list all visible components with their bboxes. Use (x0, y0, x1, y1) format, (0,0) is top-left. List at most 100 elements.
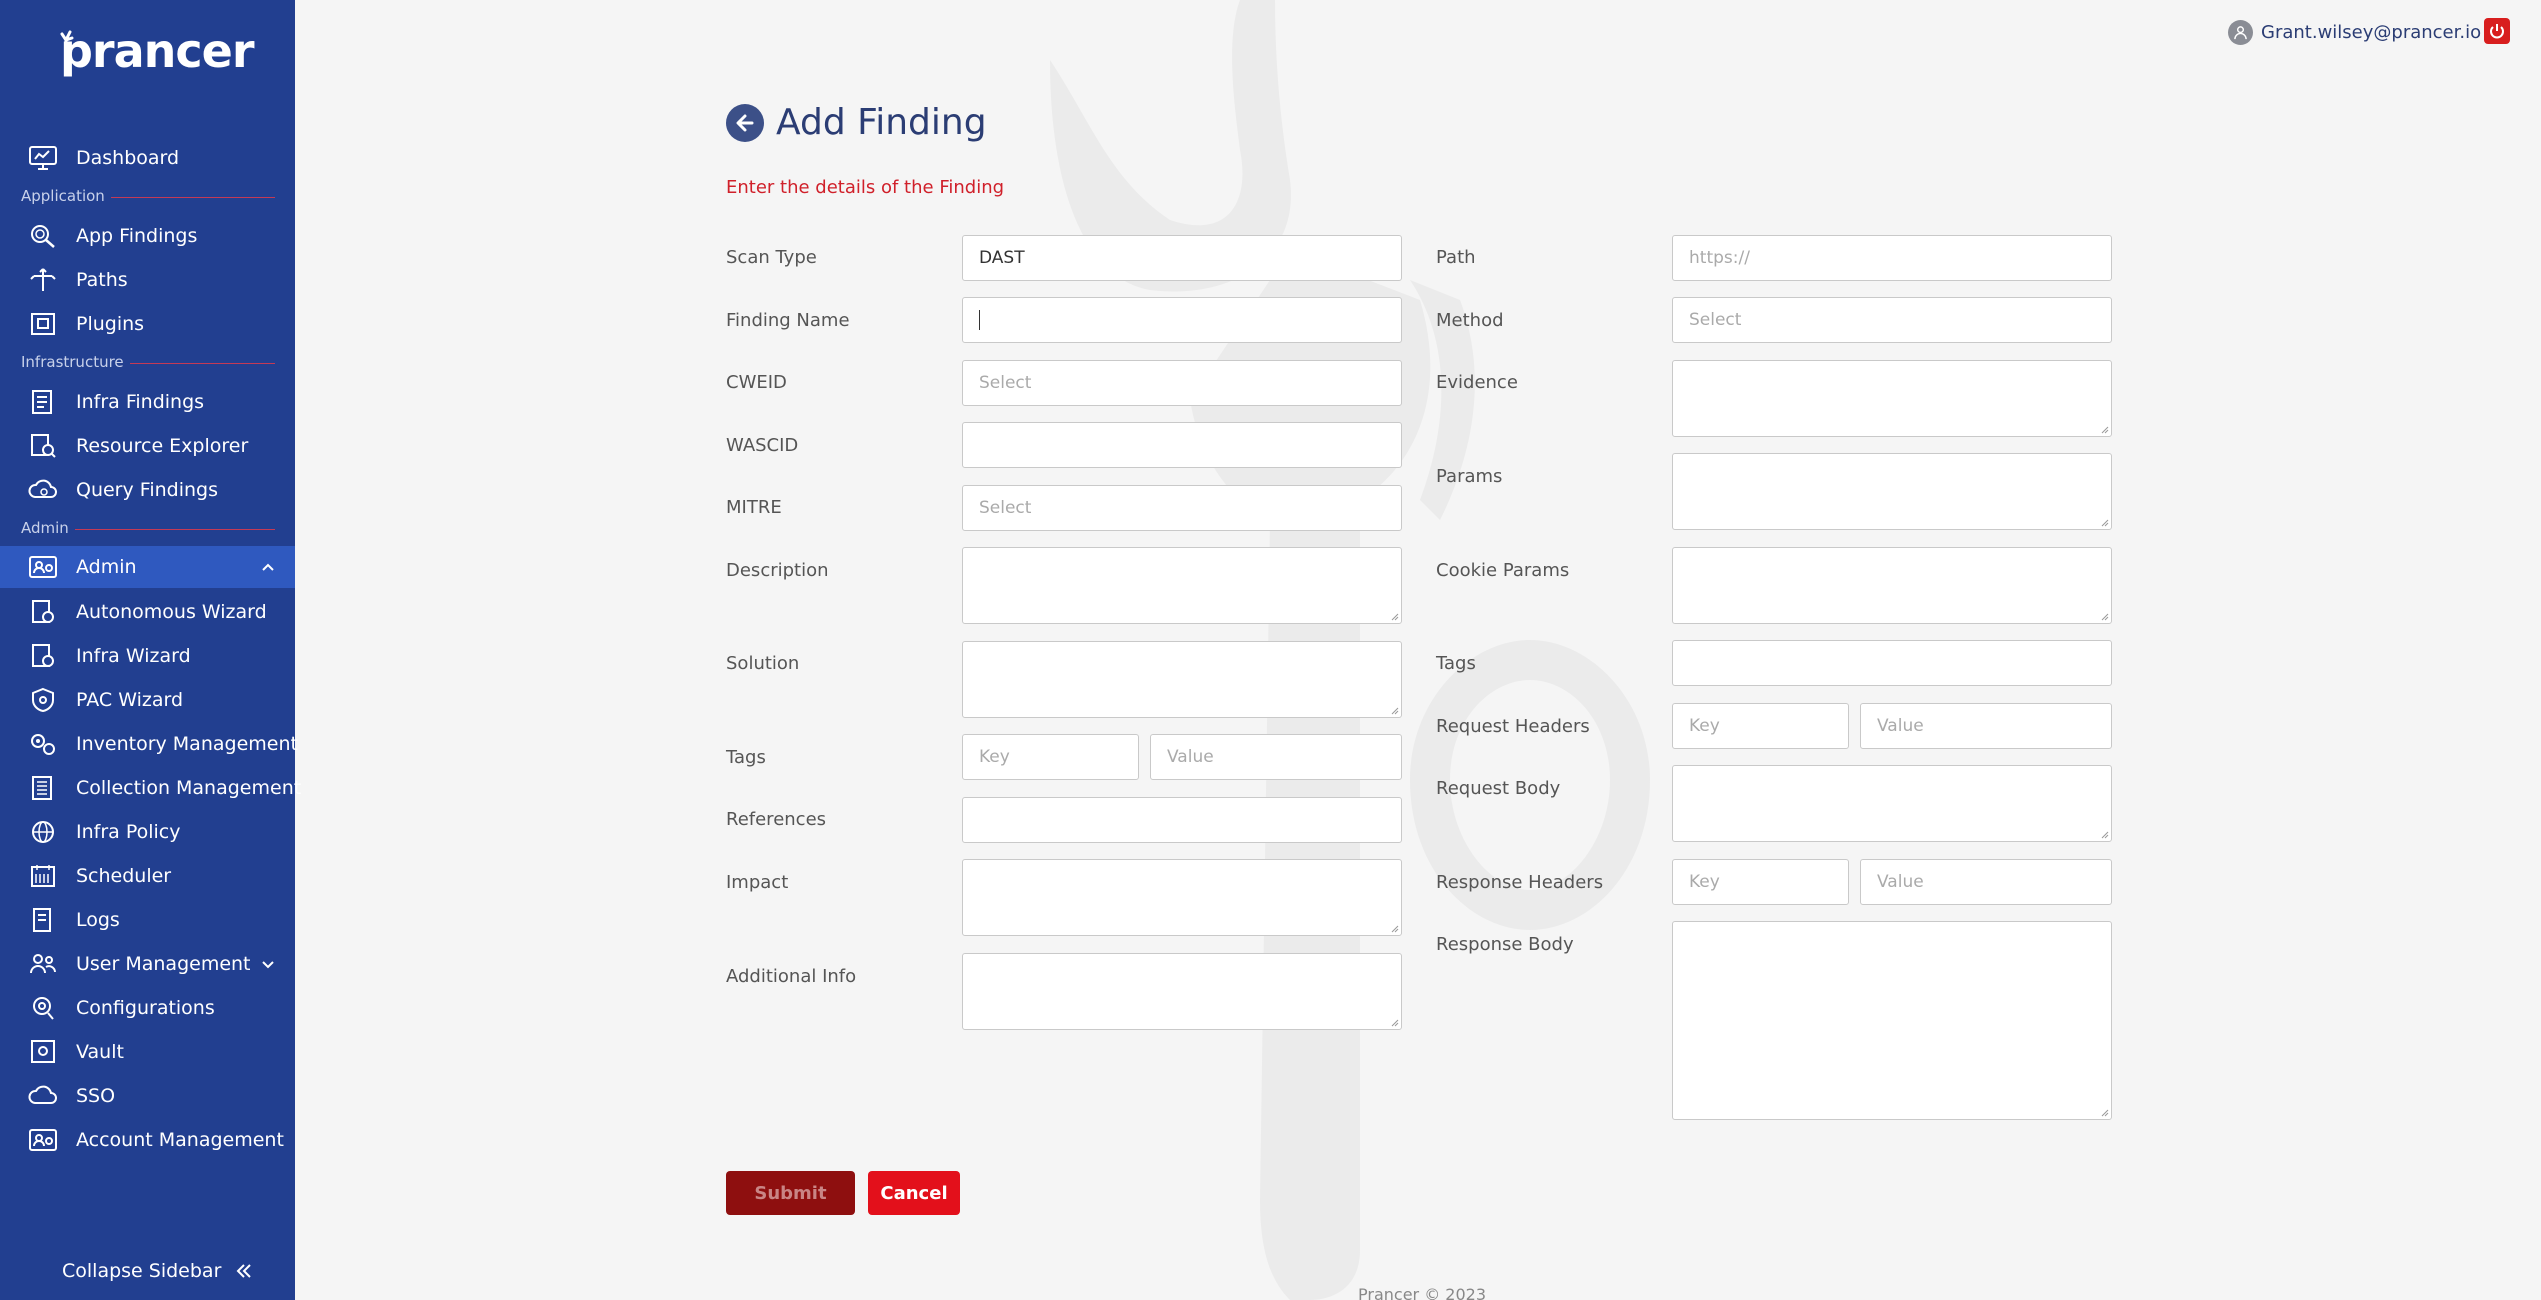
section-infrastructure: Infrastructure (21, 352, 275, 371)
globe-icon (32, 821, 54, 843)
sidebar-item-configurations[interactable]: Configurations (0, 987, 295, 1029)
section-application: Application (21, 186, 275, 205)
resize-grip-icon[interactable] (2099, 829, 2109, 839)
tags-value-input[interactable]: Value (1150, 734, 1402, 780)
resize-grip-icon[interactable] (1389, 611, 1399, 621)
right-tags-input[interactable] (1672, 640, 2112, 686)
solution-textarea[interactable] (962, 641, 1402, 718)
wascid-input[interactable] (962, 422, 1402, 468)
sidebar-item-collection-management[interactable]: Collection Management (0, 767, 301, 809)
resize-grip-icon[interactable] (1389, 1017, 1399, 1027)
prancer-logo[interactable]: prancer (60, 28, 255, 74)
sidebar-item-dashboard[interactable]: Dashboard (0, 137, 295, 179)
wizard-doc-icon (32, 644, 54, 667)
method-select[interactable]: Select (1672, 297, 2112, 343)
cweid-select[interactable]: Select (962, 360, 1402, 406)
resize-grip-icon[interactable] (2099, 517, 2109, 527)
page-subtitle: Enter the details of the Finding (726, 177, 1005, 198)
vault-icon (31, 1040, 55, 1063)
sidebar-item-infra-findings[interactable]: Infra Findings (0, 381, 295, 423)
document-list-icon (32, 390, 52, 414)
chevron-down-icon[interactable] (259, 955, 277, 973)
path-label: Path (1436, 247, 1476, 268)
collection-icon (32, 776, 52, 800)
response-headers-value-input[interactable]: Value (1860, 859, 2112, 905)
references-label: References (726, 809, 827, 830)
arrow-left-icon (736, 114, 754, 131)
sidebar-item-autonomous-wizard[interactable]: Autonomous Wizard (0, 591, 295, 633)
page-header: Add Finding (726, 102, 987, 143)
request-body-textarea[interactable] (1672, 765, 2112, 842)
sidebar-item-app-findings[interactable]: App Findings (0, 215, 295, 257)
scan-type-input[interactable]: DAST (962, 235, 1402, 281)
additional-info-textarea[interactable] (962, 953, 1402, 1030)
description-textarea[interactable] (962, 547, 1402, 624)
response-headers-key-input[interactable]: Key (1672, 859, 1849, 905)
resize-grip-icon[interactable] (1389, 705, 1399, 715)
logout-button[interactable] (2484, 18, 2510, 44)
cloud-key-icon (28, 1085, 57, 1104)
paths-icon (30, 268, 56, 291)
collapse-sidebar-button[interactable]: Collapse Sidebar (62, 1260, 253, 1282)
sidebar-item-scheduler[interactable]: Scheduler (0, 855, 295, 897)
mitre-select[interactable]: Select (962, 485, 1402, 531)
impact-textarea[interactable] (962, 859, 1402, 936)
user-menu[interactable]: Grant.wilsey@prancer.io (2228, 20, 2503, 45)
sidebar-item-sso[interactable]: SSO (0, 1075, 295, 1117)
cweid-label: CWEID (726, 372, 787, 393)
chevron-up-icon[interactable] (259, 558, 277, 576)
request-headers-key-input[interactable]: Key (1672, 703, 1849, 749)
log-doc-icon (33, 908, 51, 932)
sidebar-item-infra-policy[interactable]: Infra Policy (0, 811, 295, 853)
evidence-textarea[interactable] (1672, 360, 2112, 437)
resize-grip-icon[interactable] (1389, 923, 1399, 933)
description-label: Description (726, 560, 829, 581)
sidebar-item-account-management[interactable]: Account Management (0, 1119, 295, 1161)
tags-value-placeholder: Value (1167, 747, 1214, 767)
sidebar-item-paths[interactable]: Paths (0, 259, 295, 301)
scan-type-value: DAST (979, 248, 1025, 268)
sidebar-item-vault[interactable]: Vault (0, 1031, 295, 1073)
monitor-icon (29, 146, 57, 170)
sidebar-item-user-management[interactable]: User Management (0, 943, 295, 985)
sidebar-item-plugins[interactable]: Plugins (0, 303, 295, 345)
submit-button[interactable]: Submit (726, 1171, 855, 1215)
text-caret (979, 310, 980, 330)
sidebar-item-infra-wizard[interactable]: Infra Wizard (0, 635, 295, 677)
cookie-params-textarea[interactable] (1672, 547, 2112, 624)
finding-name-label: Finding Name (726, 310, 850, 331)
cancel-button[interactable]: Cancel (868, 1171, 960, 1215)
request-headers-value-input[interactable]: Value (1860, 703, 2112, 749)
tags-key-input[interactable]: Key (962, 734, 1139, 780)
references-input[interactable] (962, 797, 1402, 843)
sidebar-item-query-findings[interactable]: Query Findings (0, 469, 295, 511)
back-button[interactable] (726, 103, 764, 142)
resize-grip-icon[interactable] (2099, 611, 2109, 621)
additional-info-label: Additional Info (726, 966, 857, 987)
params-textarea[interactable] (1672, 453, 2112, 530)
config-gear-icon (33, 997, 54, 1020)
antler-icon (60, 30, 74, 52)
section-admin: Admin (21, 518, 275, 537)
sidebar-item-resource-explorer[interactable]: Resource Explorer (0, 425, 295, 467)
search-icon (31, 225, 55, 248)
power-icon (2490, 24, 2504, 39)
resize-grip-icon[interactable] (2099, 424, 2109, 434)
account-icon (29, 1129, 57, 1151)
response-headers-value-placeholder: Value (1877, 872, 1924, 892)
sidebar-item-pac-wizard[interactable]: PAC Wizard (0, 679, 295, 721)
evidence-label: Evidence (1436, 372, 1518, 393)
sidebar-item-admin[interactable]: Admin (0, 546, 295, 588)
request-body-label: Request Body (1436, 778, 1561, 799)
path-input[interactable]: https:// (1672, 235, 2112, 281)
cweid-placeholder: Select (979, 373, 1032, 393)
finding-name-input[interactable] (962, 297, 1402, 343)
tags-key-placeholder: Key (979, 747, 1010, 767)
sidebar-item-inventory-management[interactable]: Inventory Management (0, 723, 298, 765)
avatar (2228, 20, 2253, 45)
request-headers-key-placeholder: Key (1689, 716, 1720, 736)
double-chevron-left-icon (236, 1264, 252, 1278)
resize-grip-icon[interactable] (2099, 1107, 2109, 1117)
response-body-textarea[interactable] (1672, 921, 2112, 1120)
sidebar-item-logs[interactable]: Logs (0, 899, 295, 941)
